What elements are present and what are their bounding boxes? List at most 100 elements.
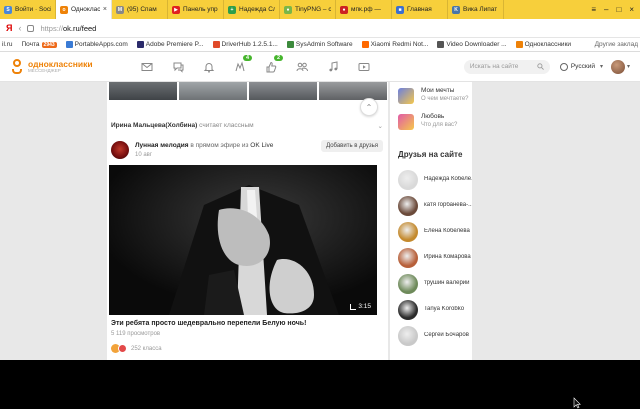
friend-name[interactable]: Надежда Кобеле...	[424, 176, 472, 182]
promo-item[interactable]: Любовь Что для вас?	[398, 112, 473, 132]
browser-tab[interactable]: ■ Главная	[392, 0, 448, 19]
video-icon[interactable]	[357, 60, 371, 74]
friend-avatar[interactable]	[398, 326, 418, 346]
marks-count-badge: 2	[273, 54, 283, 61]
friend-name[interactable]: Елена Кобелева	[424, 228, 472, 234]
share-author[interactable]: Ирина Мальцева(Холбина)	[111, 122, 197, 129]
music-icon[interactable]	[326, 60, 340, 74]
minimize-icon[interactable]: –	[604, 5, 608, 14]
menu-icon[interactable]: ≡	[591, 5, 596, 14]
heart-reaction-icon	[118, 344, 127, 353]
friend-avatar[interactable]	[398, 170, 418, 190]
friend-item[interactable]: катя горбанева-...	[398, 196, 472, 216]
browser-tab[interactable]: K Вика Липат	[448, 0, 504, 19]
post-author-name[interactable]: Лунная мелодия	[135, 142, 189, 149]
browser-tab[interactable]: + Надежда Сл	[224, 0, 280, 19]
share-action: считает классным	[199, 122, 254, 129]
photo-thumb[interactable]	[319, 82, 387, 100]
friend-item[interactable]: Надежда Кобеле...	[398, 170, 472, 190]
video-duration: 3:15	[358, 303, 371, 310]
bookmark-label: SysAdmin Software	[295, 41, 353, 48]
browser-tab[interactable]: S Войти · Soci	[0, 0, 56, 19]
add-friend-button[interactable]: Добавить в друзья	[321, 140, 383, 152]
friends-icon[interactable]	[295, 60, 309, 74]
bookmark-label: Adobe Premiere P...	[145, 41, 204, 48]
tab-label: TinyPNG – с	[295, 6, 331, 13]
ok-live-link[interactable]: OK Live	[250, 142, 273, 149]
browser-tab[interactable]: ● TinyPNG – с	[280, 0, 336, 19]
photo-thumb[interactable]	[179, 82, 247, 100]
language-label: Русский	[570, 63, 595, 70]
share-header: Ирина Мальцева(Холбина) считает классным…	[111, 122, 383, 130]
friend-item[interactable]: Елена Кобелева	[398, 222, 472, 242]
post-menu-chevron-icon[interactable]: ⌄	[378, 122, 383, 130]
friend-item[interactable]: Сергей Бочаров	[398, 326, 472, 346]
discussions-icon[interactable]	[171, 60, 185, 74]
bookmark-item[interactable]: Xiaomi Redmi Not...	[361, 41, 429, 48]
friend-avatar[interactable]	[398, 274, 418, 294]
marks-icon[interactable]: 2	[264, 54, 283, 74]
friends-online-title[interactable]: Друзья на сайте	[398, 150, 462, 159]
friend-name[interactable]: Ирина Комарова	[424, 254, 472, 260]
post-date: 10 авг	[135, 152, 153, 158]
reactions-summary[interactable]: 252 класса	[111, 344, 162, 353]
likes-count: 252 класса	[131, 345, 162, 352]
close-window-icon[interactable]: ×	[629, 5, 634, 14]
friend-avatar[interactable]	[398, 248, 418, 268]
bookmark-item[interactable]: Video Downloader ...	[437, 41, 507, 48]
friend-name[interactable]: катя горбанева-...	[424, 202, 472, 208]
friend-name[interactable]: трушин валерий	[424, 280, 472, 286]
ok-logo[interactable]: одноклассники МЕССЕНДЖЕР	[10, 58, 120, 75]
friend-name[interactable]: Сергей Бочаров	[424, 332, 472, 338]
browser-tab[interactable]: M (95) Спам	[112, 0, 168, 19]
topnav-link[interactable]: il.ru	[2, 41, 12, 48]
guests-icon[interactable]: 4	[233, 54, 252, 74]
friend-avatar[interactable]	[398, 196, 418, 216]
other-bookmarks[interactable]: Другие заклад	[595, 41, 638, 48]
bookmark-label: Xiaomi Redmi Not...	[370, 41, 429, 48]
back-arrow-icon[interactable]: ‹	[18, 23, 21, 33]
friend-avatar[interactable]	[398, 222, 418, 242]
scroll-up-button[interactable]: ⌃	[360, 98, 378, 116]
avatar-chevron-down-icon[interactable]: ▾	[627, 63, 630, 70]
browser-tab[interactable]: оОдноклассник×	[56, 0, 112, 19]
post-author-avatar[interactable]	[111, 141, 129, 159]
user-avatar[interactable]	[610, 59, 625, 74]
bookmark-item[interactable]: Adobe Premiere P...	[136, 41, 204, 48]
bookmark-label: Video Downloader ...	[446, 41, 507, 48]
yandex-logo[interactable]: Я	[6, 23, 12, 33]
search-icon[interactable]	[537, 63, 544, 70]
url-scheme: https://	[40, 23, 63, 33]
video-player[interactable]: 3:15	[109, 165, 377, 315]
site-search-input[interactable]: Искать на сайте	[463, 59, 550, 74]
promo-subtitle: О чем мечтаете?	[421, 96, 469, 102]
promo-item[interactable]: Мои мечты О чем мечтаете?	[398, 86, 473, 106]
friend-item[interactable]: трушин валерий	[398, 274, 472, 294]
photo-thumb[interactable]	[249, 82, 317, 100]
photo-thumb[interactable]	[109, 82, 177, 100]
tab-label: Вика Липат	[463, 6, 498, 13]
bookmark-item[interactable]: Одноклассники	[515, 41, 571, 48]
url-field[interactable]: https:// ok.ru/feed	[40, 21, 634, 35]
tab-label: (95) Спам	[127, 6, 157, 13]
messages-icon[interactable]	[140, 60, 154, 74]
bookmark-item[interactable]: SysAdmin Software	[286, 41, 353, 48]
bookmark-favicon-icon	[136, 41, 144, 48]
browser-tab[interactable]: ▶ Панель упр	[168, 0, 224, 19]
close-tab-icon[interactable]: ×	[103, 6, 107, 13]
bookmark-item[interactable]: PortableApps.com	[65, 41, 128, 48]
tab-label: Одноклассник	[71, 6, 100, 13]
topnav-link[interactable]: Почта 2943	[21, 41, 57, 48]
maximize-icon[interactable]: □	[616, 5, 621, 14]
friend-item[interactable]: Tanya Korobko	[398, 300, 472, 320]
friend-name[interactable]: Tanya Korobko	[424, 306, 472, 312]
bookmark-item[interactable]: DriverHub 1.2.5.1...	[212, 41, 278, 48]
previous-post-photos[interactable]	[109, 82, 387, 100]
window-controls: ≡ – □ ×	[585, 0, 640, 19]
language-selector[interactable]: Русский ▾	[559, 62, 603, 71]
browser-tab[interactable]: ● мпк.рф —	[336, 0, 392, 19]
notifications-bell-icon[interactable]	[202, 60, 216, 74]
video-title[interactable]: Эти ребята просто шедеврально перепели Б…	[111, 320, 383, 327]
friend-avatar[interactable]	[398, 300, 418, 320]
friend-item[interactable]: Ирина Комарова	[398, 248, 472, 268]
